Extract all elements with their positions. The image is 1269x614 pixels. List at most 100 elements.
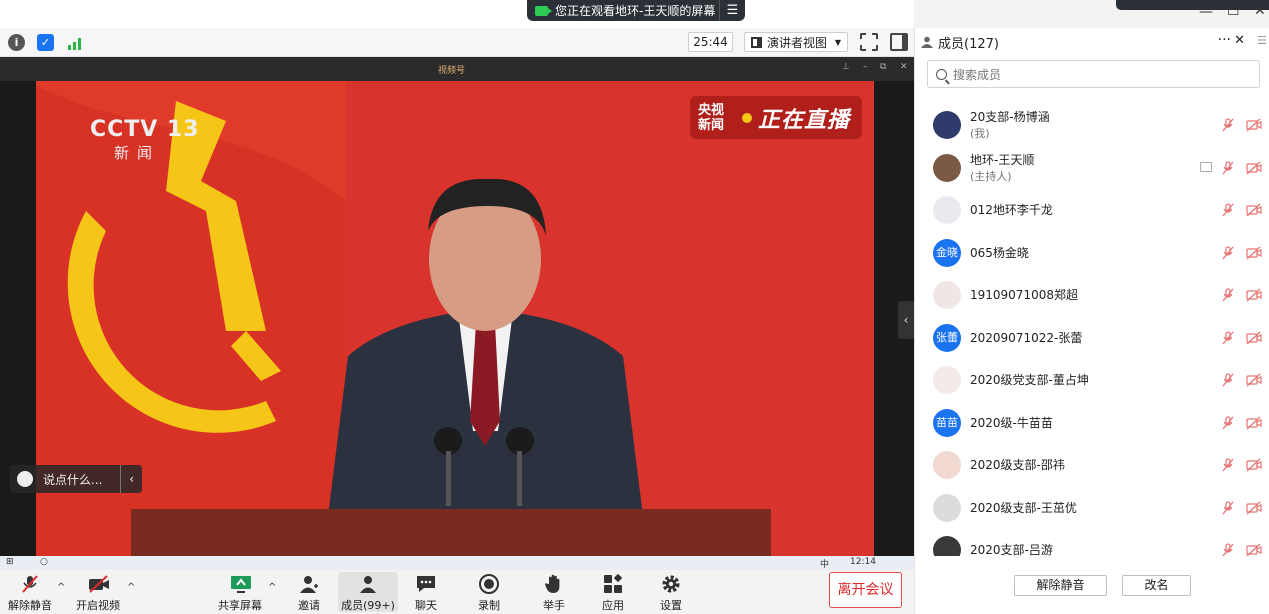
- mic-muted-icon[interactable]: [1221, 245, 1235, 260]
- share-screen-button[interactable]: 共享屏幕: [210, 572, 270, 613]
- member-name: 065杨金晓: [970, 245, 1029, 260]
- audio-options-icon[interactable]: ^: [57, 582, 65, 593]
- view-mode-select[interactable]: 演讲者视图 ▼: [744, 32, 848, 52]
- emoji-icon[interactable]: [17, 471, 33, 487]
- camera-off-icon[interactable]: [1246, 118, 1262, 132]
- info-icon[interactable]: i: [8, 34, 25, 51]
- maximize-icon[interactable]: ☐: [1227, 3, 1240, 19]
- member-row[interactable]: 2020级党支部-董占坤: [915, 359, 1269, 402]
- member-name: 20209071022-张蕾: [970, 330, 1083, 345]
- member-role: (主持人): [970, 169, 1012, 183]
- member-row[interactable]: 20支部-杨博涵 (我): [915, 104, 1269, 147]
- camera-off-icon[interactable]: [1246, 203, 1262, 217]
- avatar: 张蕾: [933, 323, 961, 352]
- chat-button[interactable]: 聊天: [396, 572, 456, 613]
- invite-button[interactable]: 邀请: [279, 572, 339, 613]
- share-screen-icon: [230, 574, 251, 594]
- panel-menu-icon[interactable]: ☰: [1257, 34, 1269, 48]
- chevron-down-icon: ▼: [834, 37, 841, 47]
- rename-button[interactable]: 改名: [1122, 575, 1191, 596]
- view-grid-icon: [751, 36, 762, 48]
- members-button[interactable]: 成员(99+): [338, 572, 398, 612]
- sidebar-toggle-icon[interactable]: [890, 33, 908, 51]
- member-row[interactable]: 2020级支部-邵祎: [915, 444, 1269, 487]
- raise-hand-button[interactable]: 举手: [524, 572, 584, 613]
- window-close-icon[interactable]: ✕: [1254, 3, 1266, 19]
- mic-muted-icon[interactable]: [1221, 330, 1235, 345]
- banner-menu-icon[interactable]: ☰: [719, 0, 745, 21]
- member-row[interactable]: 012地环李千龙: [915, 189, 1269, 232]
- member-name: 2020级支部-王茁优: [970, 500, 1077, 515]
- settings-label: 设置: [660, 599, 682, 612]
- raise-hand-label: 举手: [543, 599, 565, 612]
- camera-off-icon[interactable]: [1246, 161, 1262, 175]
- comment-input[interactable]: 说点什么... ‹: [10, 465, 142, 493]
- member-row[interactable]: 金晓 065杨金晓: [915, 232, 1269, 275]
- mic-muted-icon[interactable]: [1221, 160, 1235, 175]
- security-shield-icon[interactable]: ✓: [37, 34, 54, 51]
- chat-icon: [416, 574, 436, 594]
- network-signal-icon[interactable]: [66, 34, 83, 51]
- member-row[interactable]: 19109071008郑超: [915, 274, 1269, 317]
- member-row[interactable]: 张蕾 20209071022-张蕾: [915, 317, 1269, 360]
- speaker-figure: [298, 171, 673, 516]
- camera-off-icon[interactable]: [1246, 458, 1262, 472]
- video-options-icon[interactable]: ^: [127, 582, 135, 593]
- apps-label: 应用: [602, 599, 624, 612]
- unmute-all-button[interactable]: 解除静音: [1014, 575, 1107, 596]
- mic-muted-icon[interactable]: [1221, 203, 1235, 217]
- camera-off-icon[interactable]: [1246, 331, 1262, 345]
- apps-button[interactable]: 应用: [583, 572, 643, 613]
- camera-off-icon[interactable]: [1246, 288, 1262, 302]
- camera-off-icon[interactable]: [1246, 543, 1262, 556]
- mic-muted-icon[interactable]: [1221, 543, 1235, 556]
- mic-muted-icon[interactable]: [1221, 415, 1235, 430]
- member-row[interactable]: 2020支部-吕游: [915, 529, 1269, 556]
- comment-placeholder: 说点什么...: [43, 472, 103, 487]
- apps-icon: [603, 574, 623, 594]
- more-options-icon[interactable]: ···: [1218, 32, 1231, 48]
- member-row[interactable]: 苗苗 2020级-牛苗苗: [915, 402, 1269, 445]
- member-row[interactable]: 地环-王天顺 (主持人): [915, 147, 1269, 190]
- leave-meeting-button[interactable]: 离开会议: [829, 572, 902, 608]
- camera-off-icon[interactable]: [1246, 501, 1262, 515]
- meeting-toolbar: i ✓ 25:44 演讲者视图 ▼: [0, 28, 914, 57]
- member-list: 20支部-杨博涵 (我) 地环-王天顺 (主持人) 012地环李千龙金晓 065杨金晓 19…: [915, 104, 1269, 556]
- mic-muted-icon[interactable]: [1221, 373, 1235, 387]
- share-options-icon[interactable]: ^: [268, 582, 276, 593]
- members-icon: [358, 574, 378, 594]
- view-mode-label: 演讲者视图: [767, 35, 828, 50]
- live-label-small: 央视新闻: [698, 102, 725, 133]
- taskbar-ime: 中: [820, 560, 830, 570]
- avatar: [933, 366, 961, 395]
- avatar: [933, 493, 961, 522]
- share-banner-text: 您正在观看地环-王天顺的屏幕: [555, 4, 716, 18]
- unmute-button[interactable]: 解除静音: [0, 572, 60, 613]
- avatar: 金晓: [933, 238, 961, 267]
- members-panel-header: 成员(127) ··· ✕ ☰: [915, 28, 1269, 56]
- member-row[interactable]: 2020级支部-王茁优: [915, 487, 1269, 530]
- screen-share-banner[interactable]: 您正在观看地环-王天顺的屏幕 ☰: [527, 0, 745, 21]
- cctv-logo: CCTV 13 新闻: [90, 117, 200, 163]
- mic-muted-icon[interactable]: [1221, 458, 1235, 472]
- settings-button[interactable]: 设置: [641, 572, 701, 613]
- fullscreen-icon[interactable]: [860, 33, 878, 51]
- member-name: 20支部-杨博涵: [970, 110, 1050, 125]
- mic-muted-icon[interactable]: [1221, 500, 1235, 515]
- broadcast-frame: CCTV 13 新闻 央视新闻 正在直播: [36, 81, 874, 556]
- member-search-input[interactable]: 搜索成员: [927, 60, 1260, 88]
- camera-off-icon[interactable]: [1246, 416, 1262, 430]
- record-button[interactable]: 录制: [459, 572, 519, 613]
- mic-muted-icon[interactable]: [1221, 288, 1235, 302]
- collapse-panel-icon[interactable]: ‹: [898, 301, 914, 339]
- taskbar-search-icon: ○: [40, 557, 48, 567]
- minimize-icon[interactable]: —: [1199, 4, 1213, 20]
- mic-muted-icon[interactable]: [1221, 118, 1235, 132]
- camera-off-icon[interactable]: [1246, 246, 1262, 260]
- start-video-button[interactable]: 开启视频: [68, 572, 128, 613]
- avatar: [933, 153, 961, 182]
- chevron-left-icon[interactable]: ‹: [120, 465, 142, 493]
- meeting-timer: 25:44: [688, 32, 733, 52]
- close-panel-icon[interactable]: ✕: [1234, 33, 1245, 48]
- camera-off-icon[interactable]: [1246, 373, 1262, 387]
